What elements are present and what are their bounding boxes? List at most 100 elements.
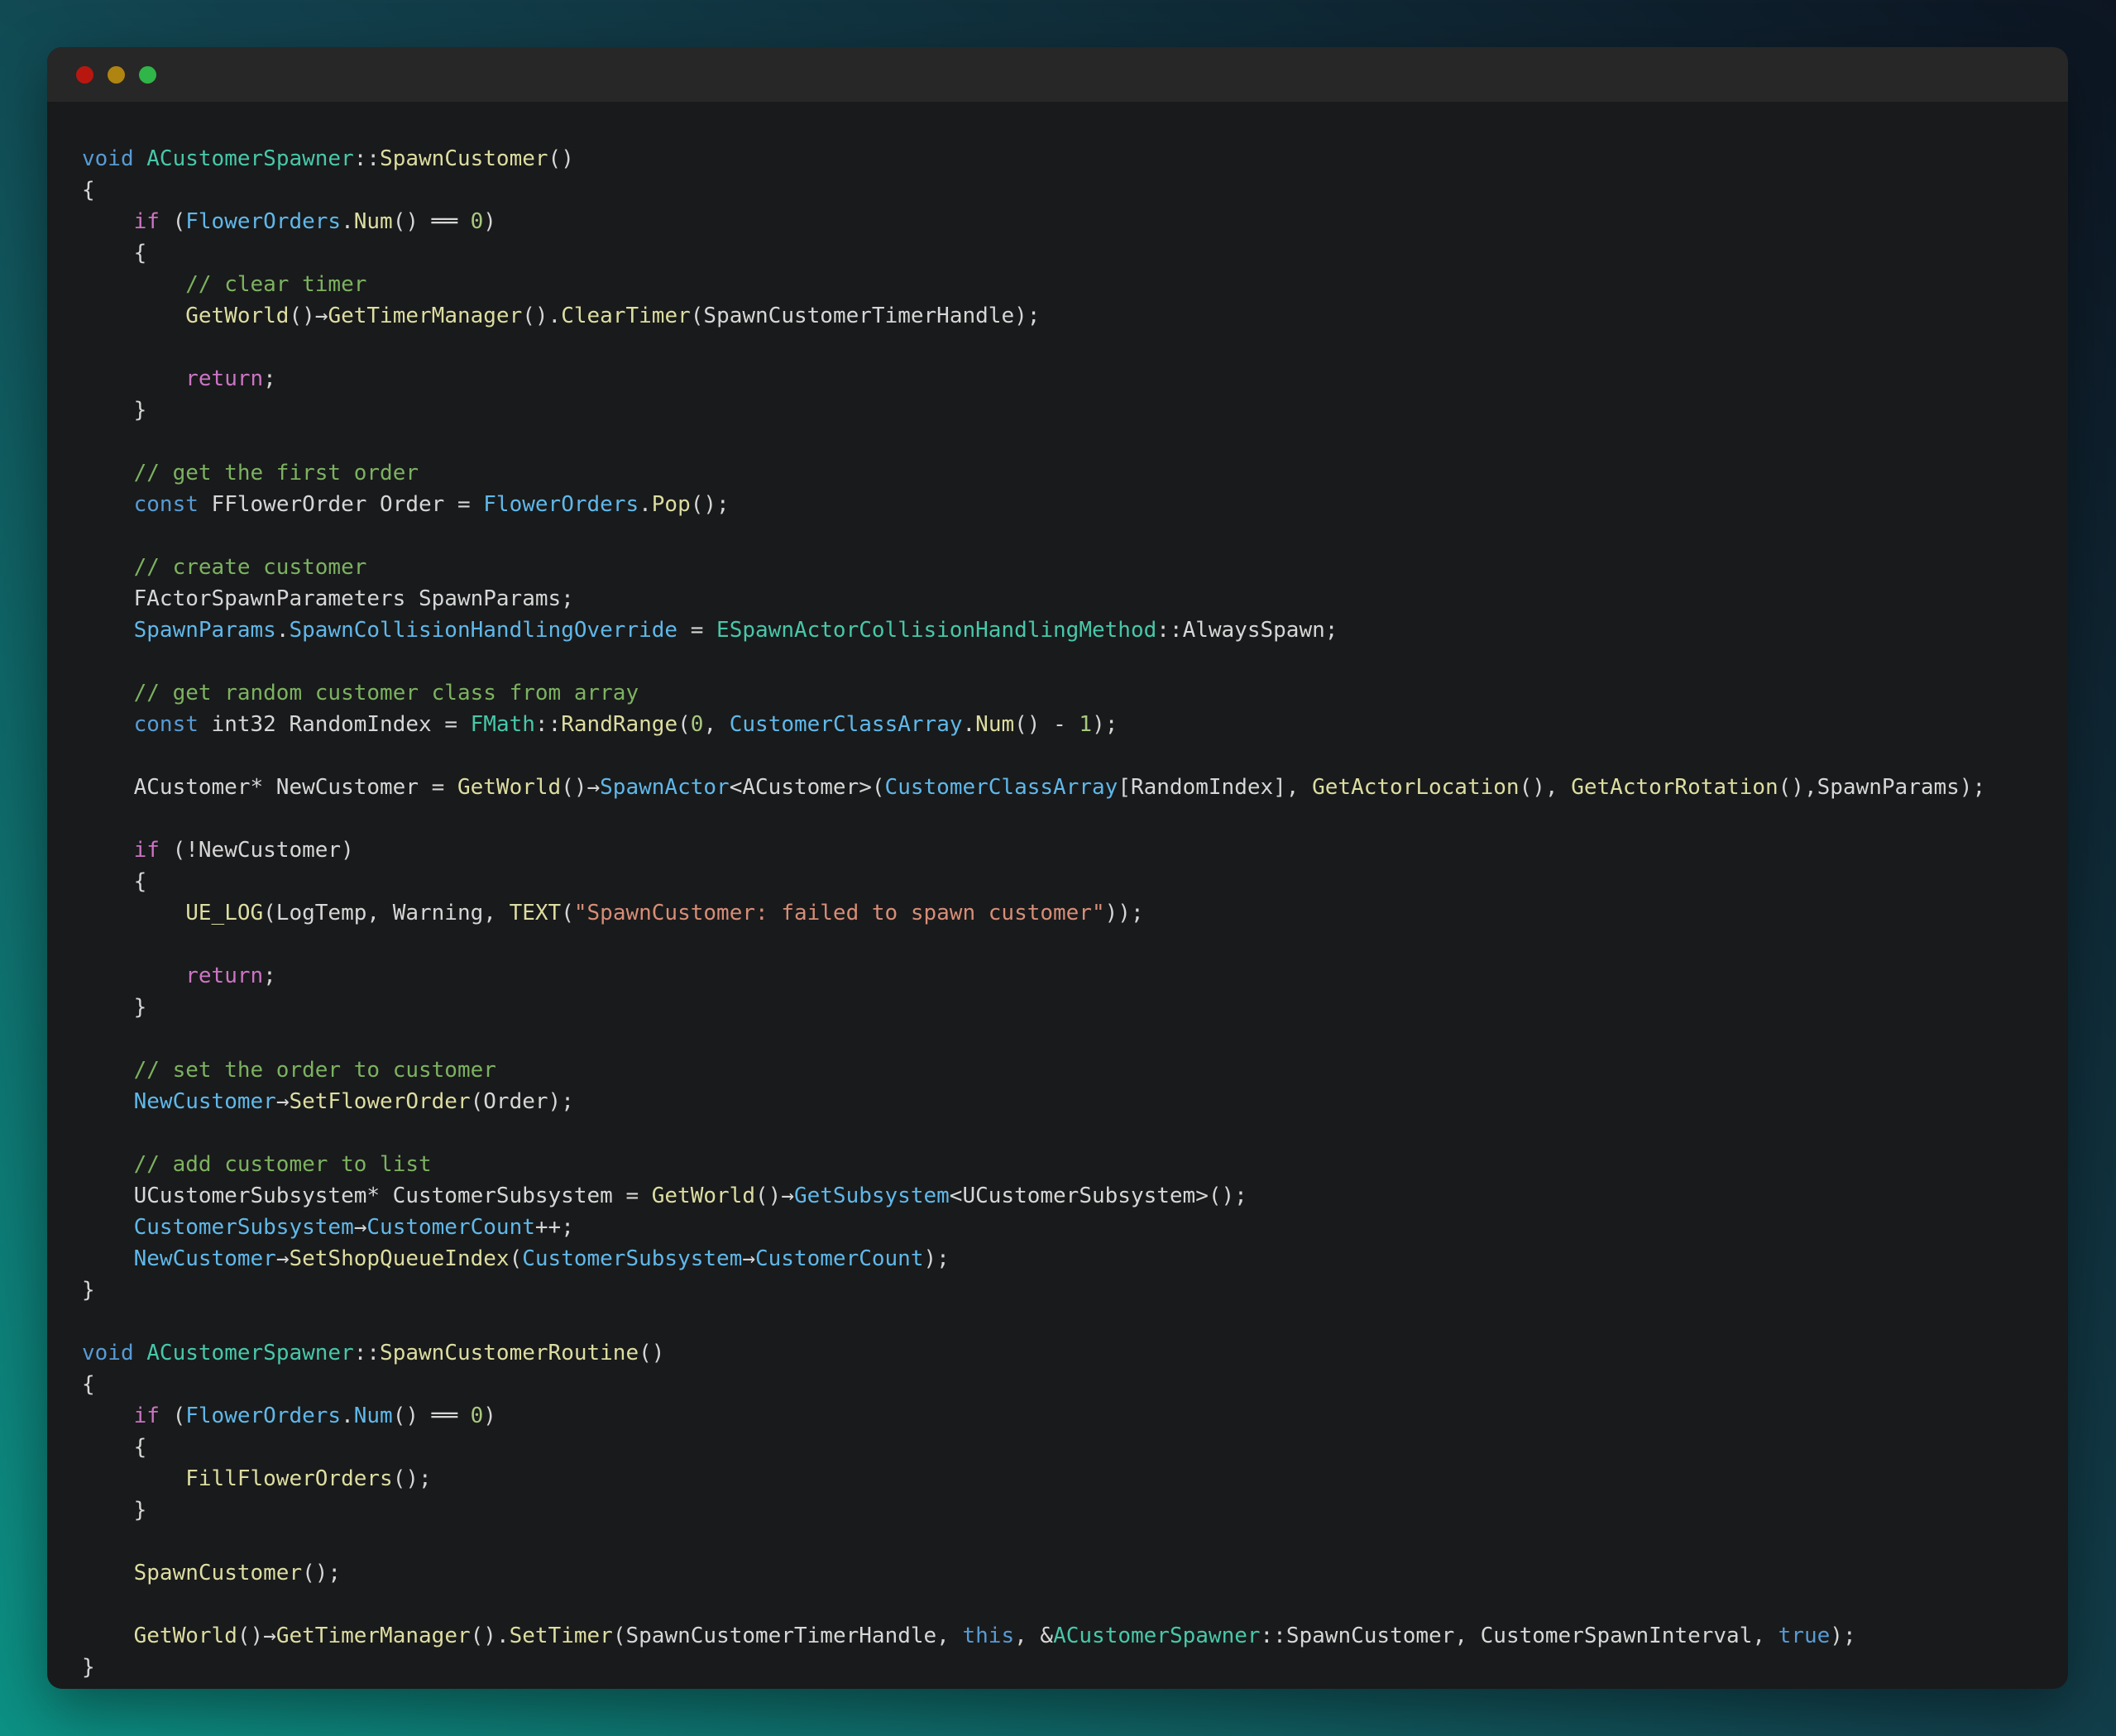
code-line: ACustomer* NewCustomer = GetWorld()→Spaw… — [82, 772, 2045, 803]
code-token — [82, 681, 134, 705]
code-token: SetShopQueueIndex — [289, 1246, 509, 1271]
code-token: this — [962, 1624, 1014, 1648]
code-token: GetActorRotation — [1571, 775, 1778, 800]
code-token — [82, 272, 185, 297]
code-token — [82, 304, 185, 328]
code-token: 0 — [691, 712, 704, 737]
code-line: // clear timer — [82, 269, 2045, 300]
code-token: ; — [263, 366, 276, 391]
code-line — [82, 740, 2045, 772]
code-token: if — [134, 838, 160, 863]
code-token: NewCustomer — [134, 1089, 276, 1114]
code-token: void — [82, 1341, 134, 1365]
code-token: // get the first order — [134, 461, 419, 485]
code-token: ); — [1092, 712, 1118, 737]
code-token: = — [677, 618, 716, 643]
code-line: // create customer — [82, 552, 2045, 583]
code-token: (),SpawnParams); — [1778, 775, 1985, 800]
code-token: Num — [354, 209, 393, 234]
code-token: 1 — [1079, 712, 1092, 737]
code-token: (Order); — [471, 1089, 574, 1114]
code-line: FillFlowerOrders(); — [82, 1463, 2045, 1494]
code-token: GetSubsystem — [794, 1184, 950, 1208]
close-button[interactable] — [76, 66, 93, 84]
code-token: SpawnParams — [134, 618, 276, 643]
code-token: (). — [471, 1624, 510, 1648]
code-token: :: — [535, 712, 561, 737]
code-token: . — [963, 712, 976, 737]
code-line: GetWorld()→GetTimerManager().SetTimer(Sp… — [82, 1620, 2045, 1652]
zoom-button[interactable] — [139, 66, 156, 84]
code-token — [82, 838, 134, 863]
code-token: () — [639, 1341, 664, 1365]
code-token: // get random customer class from array — [134, 681, 639, 705]
code-token: GetActorLocation — [1312, 775, 1519, 800]
code-line: return; — [82, 960, 2045, 992]
code-token: } — [82, 1655, 95, 1680]
code-token: "SpawnCustomer: failed to spawn customer… — [574, 901, 1105, 925]
code-token: ) — [483, 209, 496, 234]
code-token: (SpawnCustomerTimerHandle); — [691, 304, 1041, 328]
code-token: { — [82, 241, 146, 265]
code-token: () — [548, 146, 574, 171]
code-token: SpawnCollisionHandlingOverride — [289, 618, 677, 643]
code-token: (SpawnCustomerTimerHandle, — [613, 1624, 963, 1648]
code-token — [82, 1561, 134, 1585]
code-token: FMath — [471, 712, 535, 737]
code-token: FlowerOrders — [185, 1404, 341, 1428]
code-line — [82, 1117, 2045, 1149]
code-token: UCustomerSubsystem* CustomerSubsystem = — [82, 1184, 652, 1208]
code-token: GetWorld — [652, 1184, 755, 1208]
code-token: :: — [354, 1341, 380, 1365]
code-token — [82, 555, 134, 580]
code-token: ::AlwaysSpawn; — [1156, 618, 1338, 643]
code-token: RandRange — [561, 712, 677, 737]
code-token: () ══ — [393, 1404, 471, 1428]
code-token: GetWorld — [134, 1624, 237, 1648]
code-token: SpawnActor — [600, 775, 730, 800]
code-token: 0 — [471, 209, 484, 234]
code-line: } — [82, 1275, 2045, 1306]
code-line — [82, 1023, 2045, 1055]
code-token — [82, 1152, 134, 1177]
code-line: if (FlowerOrders.Num() ══ 0) — [82, 1400, 2045, 1432]
code-token — [82, 1466, 185, 1491]
code-token — [134, 1341, 147, 1365]
code-token: ( — [160, 209, 185, 234]
code-token — [82, 1215, 134, 1240]
code-token — [82, 1624, 134, 1648]
code-token: return — [185, 366, 263, 391]
code-line: { — [82, 175, 2045, 206]
code-token: FlowerOrders — [185, 209, 341, 234]
code-token: CustomerCount — [366, 1215, 535, 1240]
code-line: { — [82, 237, 2045, 269]
code-token: ()→ — [755, 1184, 794, 1208]
code-token: ACustomerSpawner — [1053, 1624, 1260, 1648]
code-token: , & — [1014, 1624, 1053, 1648]
code-token: TEXT — [510, 901, 562, 925]
minimize-button[interactable] — [108, 66, 125, 84]
code-token: GetWorld — [185, 304, 289, 328]
code-line: void ACustomerSpawner::SpawnCustomer() — [82, 143, 2045, 175]
code-token: FFlowerOrder Order = — [199, 492, 483, 517]
code-token — [82, 712, 134, 737]
code-line — [82, 332, 2045, 363]
code-token: { — [82, 1372, 95, 1397]
code-token: if — [134, 1404, 160, 1428]
code-line — [82, 646, 2045, 677]
code-token: ESpawnActorCollisionHandlingMethod — [716, 618, 1156, 643]
code-token: } — [82, 1498, 146, 1523]
code-line: { — [82, 1369, 2045, 1400]
code-token: { — [82, 178, 95, 203]
code-token — [82, 1404, 134, 1428]
code-token: SpawnCustomer — [380, 146, 548, 171]
code-token: Num — [975, 712, 1014, 737]
code-token: . — [341, 1404, 354, 1428]
code-line: NewCustomer→SetFlowerOrder(Order); — [82, 1086, 2045, 1117]
code-token: (); — [302, 1561, 341, 1585]
code-token: CustomerSubsystem — [522, 1246, 742, 1271]
code-token: ) — [483, 1404, 496, 1428]
code-line: return; — [82, 363, 2045, 395]
code-token: NewCustomer — [134, 1246, 276, 1271]
code-token: ClearTimer — [561, 304, 691, 328]
